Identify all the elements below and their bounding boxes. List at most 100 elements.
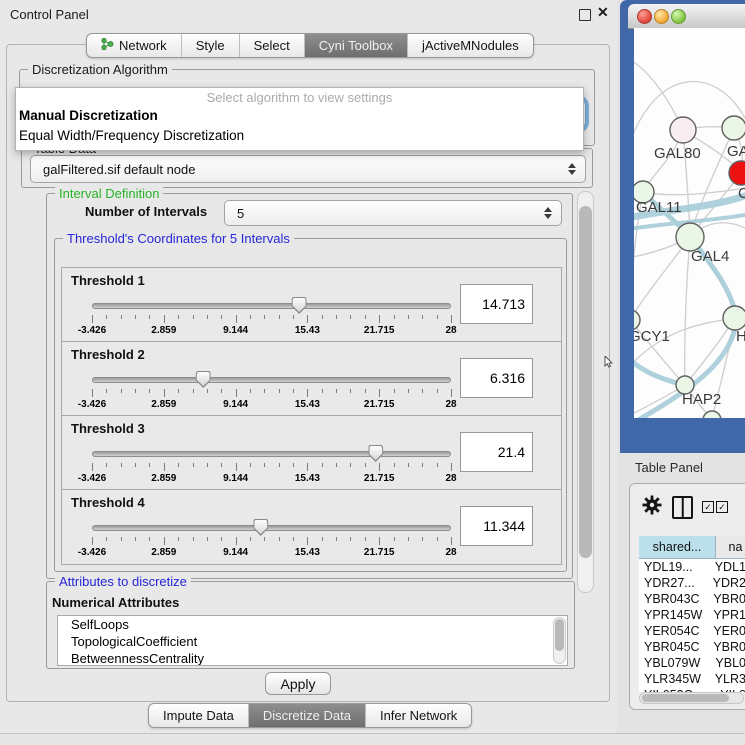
gear-icon[interactable] [642,495,662,520]
cell: YBL0 [705,655,745,671]
traffic-minimize-icon[interactable] [654,9,669,24]
tab-infer-network[interactable]: Infer Network [366,704,471,727]
traffic-zoom-icon[interactable] [671,9,686,24]
column-header-name[interactable]: na [716,536,745,559]
list-item[interactable]: SelfLoops [58,616,567,633]
tick-label: -3.426 [78,473,106,484]
table-row[interactable]: YER054CYER0 [639,623,745,639]
horizontal-scrollbar[interactable] [639,692,744,704]
column-header-shared-name[interactable]: shared... [639,536,716,559]
tab-discretize-data[interactable]: Discretize Data [249,704,366,727]
number-of-intervals-combobox[interactable]: 5 [224,200,562,226]
network-canvas[interactable]: GAL80 GA C GAL11 GAL4 GCY1 H HAP2 [634,28,745,418]
threshold-value-field[interactable]: 21.4 [460,432,533,472]
horizontal-scrollbar-thumb[interactable] [642,694,729,702]
checkbox-columns-icon[interactable]: ✓ [702,501,714,513]
list-item[interactable]: TopologicalCoefficient [58,633,567,650]
tick-labels: -3.426 2.859 9.144 15.43 21.715 28 [92,547,451,559]
network-window-titlebar[interactable] [628,4,745,29]
dropdown-option-equal-width[interactable]: Equal Width/Frequency Discretization [16,126,583,146]
table-row[interactable]: YLR345WYLR3 [639,671,745,687]
vertical-scrollbar[interactable] [577,191,594,593]
checkbox-columns-icon-2[interactable]: ✓ [716,501,728,513]
threshold-slider[interactable]: -3.426 2.859 9.144 15.43 21.715 28 [92,517,451,557]
tick-label: 9.144 [223,325,248,336]
tick-label: 2.859 [151,325,176,336]
slider-track[interactable] [92,303,451,309]
tab-cyni-toolbox[interactable]: Cyni Toolbox [305,34,408,57]
threshold-slider[interactable]: -3.426 2.859 9.144 15.43 21.715 28 [92,369,451,409]
tick-labels: -3.426 2.859 9.144 15.43 21.715 28 [92,325,451,337]
window-bottom-edge [0,733,745,745]
node-gal4[interactable] [676,223,704,251]
bottom-tab-bar: Impute Data Discretize Data Infer Networ… [148,703,472,728]
threshold-value-field[interactable]: 6.316 [460,358,533,398]
node-label: GAL80 [654,145,701,162]
table-row[interactable]: YBL079WYBL0 [639,655,745,671]
cell: YER054C [639,623,703,639]
slider-knob[interactable] [196,371,211,388]
tick-label: -3.426 [78,399,106,410]
table-row[interactable]: YBR045CYBR0 [639,639,745,655]
threshold-value-field[interactable]: 11.344 [460,506,533,546]
float-panel-icon[interactable] [579,9,591,21]
table-row[interactable]: YPR145WYPR1 [639,607,745,623]
slider-knob[interactable] [253,519,268,536]
traffic-close-icon[interactable] [637,9,652,24]
list-scrollbar[interactable] [553,617,566,664]
node-label: GAL11 [636,199,682,216]
threshold-slider[interactable]: -3.426 2.859 9.144 15.43 21.715 28 [92,443,451,483]
cell: YBR043C [639,591,703,607]
threshold-slider[interactable]: -3.426 2.859 9.144 15.43 21.715 28 [92,295,451,335]
tab-label: Style [196,38,225,53]
group-label: Attributes to discretize [55,574,191,589]
tick-label: 28 [445,547,456,558]
node-gcy1[interactable] [634,310,640,330]
split-columns-icon[interactable] [672,496,693,519]
node-highlighted[interactable] [729,161,745,185]
algorithm-dropdown-popup: Select algorithm to view settings Manual… [15,87,584,151]
slider-track[interactable] [92,525,451,531]
table-row[interactable]: YDR27...YDR2 [639,575,745,591]
slider-track[interactable] [92,451,451,457]
threshold-panel: Threshold 4 -3.426 2.859 9.144 15.43 21.… [61,489,562,565]
dropdown-option-manual[interactable]: Manual Discretization [16,106,583,126]
list-scrollbar-thumb[interactable] [555,619,564,651]
slider-knob[interactable] [368,445,383,462]
threshold-value-field[interactable]: 14.713 [460,284,533,324]
cell: YBR045C [639,639,703,655]
table-row[interactable]: YBR043CYBR0 [639,591,745,607]
number-of-intervals-value: 5 [237,206,244,221]
threshold-label: Threshold 2 [71,347,145,362]
tab-style[interactable]: Style [182,34,240,57]
cyni-toolbox-panel: Discretization Algorithm Select algorith… [6,44,610,702]
node-h[interactable] [723,306,745,330]
table-data-group: Table Data galFiltered.sif default node [21,148,593,188]
group-label: Threshold's Coordinates for 5 Intervals [63,231,294,246]
slider-knob[interactable] [292,297,307,314]
node-gal80[interactable] [670,117,696,143]
tick-label: 2.859 [151,473,176,484]
network-window: GAL80 GA C GAL11 GAL4 GCY1 H HAP2 [620,0,745,453]
interval-definition-group: Interval Definition Number of Intervals … [46,193,573,579]
apply-button[interactable]: Apply [265,672,331,695]
table-data-value: galFiltered.sif default node [43,162,195,177]
tab-impute-data[interactable]: Impute Data [149,704,249,727]
list-item[interactable]: BetweennessCentrality [58,650,567,666]
table-row[interactable]: YDL19...YDL1 [639,559,745,575]
cell: YPR1 [703,607,745,623]
tab-network[interactable]: Network [87,34,182,57]
mouse-cursor-icon [604,356,613,374]
tab-select[interactable]: Select [240,34,305,57]
table-data-combobox[interactable]: galFiltered.sif default node [30,155,586,183]
tab-jactivemnodules[interactable]: jActiveMNodules [408,34,533,57]
node-ga[interactable] [722,116,745,140]
cell: YDR2 [703,575,745,591]
slider-track[interactable] [92,377,451,383]
vertical-scrollbar-thumb[interactable] [579,206,592,558]
tick-label: 28 [445,325,456,336]
tab-label: Network [119,38,167,53]
close-panel-icon[interactable]: ✕ [597,4,609,21]
group-label: Interval Definition [55,186,163,201]
tick-label: 9.144 [223,547,248,558]
